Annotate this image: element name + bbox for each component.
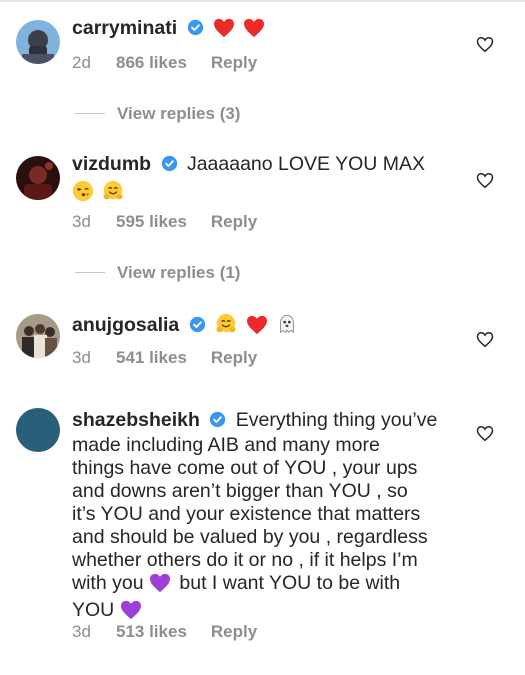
comment-text-line: it’s YOU and your existence that matters [72,503,421,525]
comment-username[interactable]: vizdumb [72,153,151,175]
hugging-emoji-icon [102,180,124,208]
like-heart-icon[interactable] [476,172,494,190]
ghost-emoji-icon [276,313,298,341]
comment-text-line: but I want YOU to be with [179,572,401,594]
heart-emoji-icon [213,18,235,44]
comment-text-line: things have come out of YOU , your ups [72,457,418,479]
purple-heart-emoji-icon [149,573,171,599]
heart-emoji-icon [246,315,268,341]
verified-badge-icon [161,155,178,178]
like-heart-icon[interactable] [476,36,494,54]
hugging-emoji-icon [215,313,237,341]
likes-count[interactable]: 866 likes [116,53,187,73]
comment-text-line: and should be valued by you , regardless [72,526,428,548]
comment-username[interactable]: carryminati [72,17,177,39]
comment-text-line: made including AIB and many more [72,434,380,456]
comment-text-line: with you [72,572,144,594]
view-replies-label: View replies (1) [117,263,241,282]
comment-time: 3d [72,348,91,367]
reply-button[interactable]: Reply [211,212,257,232]
comment-username[interactable]: shazebsheikh [72,409,200,431]
comment-time: 2d [72,53,91,72]
verified-badge-icon [187,19,204,42]
likes-count[interactable]: 541 likes [116,348,187,368]
comment-text: Jaaaaano LOVE YOU MAX [186,153,426,175]
likes-count[interactable]: 513 likes [116,622,187,642]
comment-time: 3d [72,212,91,231]
reply-button[interactable]: Reply [211,622,257,642]
verified-badge-icon [189,316,206,339]
view-replies-button[interactable]: View replies (3) [75,104,240,124]
comment-text-line: whether others do it or no , if it helps… [72,549,418,571]
avatar[interactable] [16,156,60,200]
avatar[interactable] [16,408,60,452]
like-heart-icon[interactable] [476,331,494,349]
kissing-heart-emoji-icon [72,180,94,208]
like-heart-icon[interactable] [476,425,494,443]
reply-button[interactable]: Reply [211,53,257,73]
comment-text-line: and downs aren’t bigger than YOU , so [72,480,408,502]
comment-username[interactable]: anujgosalia [72,314,179,336]
likes-count[interactable]: 595 likes [116,212,187,232]
verified-badge-icon [209,411,226,434]
heart-emoji-icon [243,18,265,44]
view-replies-label: View replies (3) [117,104,241,123]
reply-button[interactable]: Reply [211,348,257,368]
replies-divider [75,113,105,114]
view-replies-button[interactable]: View replies (1) [75,263,240,283]
comment-text-line: Everything thing you’ve [235,409,438,431]
comment-text-line: YOU [72,599,115,621]
avatar[interactable] [16,314,60,358]
avatar[interactable] [16,20,60,64]
top-divider [0,0,525,2]
replies-divider [75,272,105,273]
comment-time: 3d [72,622,91,641]
